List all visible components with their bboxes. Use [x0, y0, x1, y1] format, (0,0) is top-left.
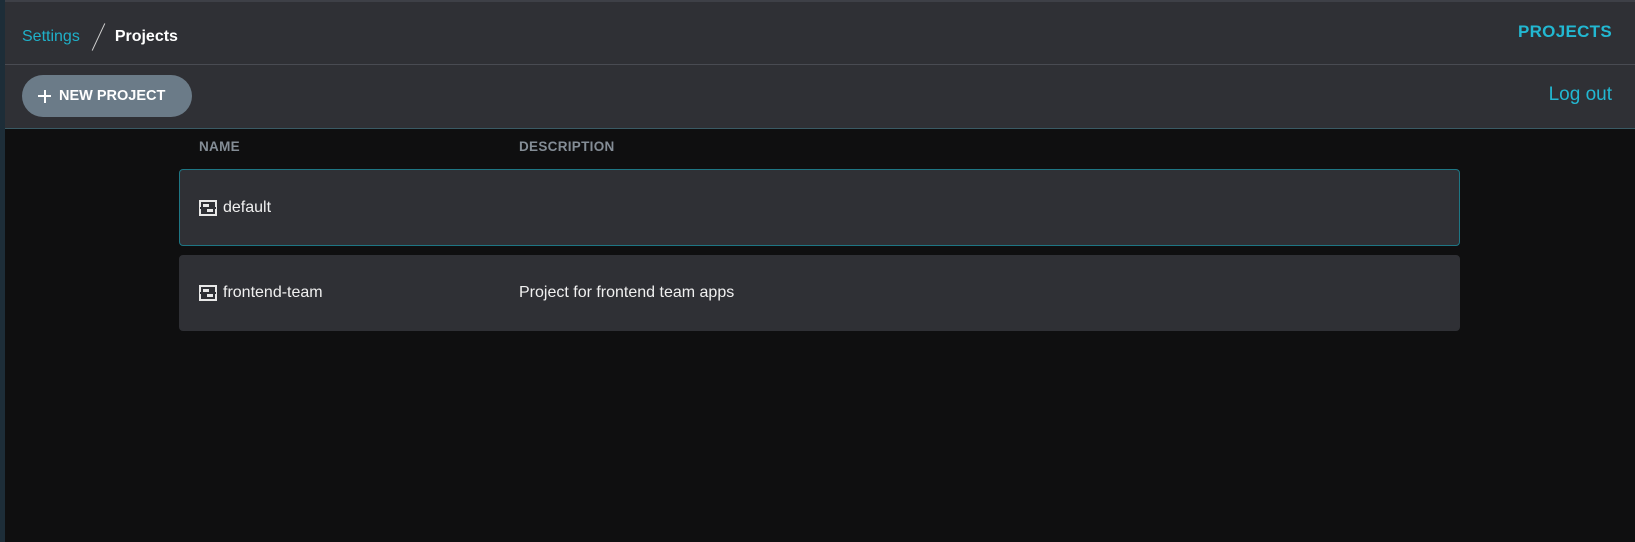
row-description: Project for frontend team apps — [519, 284, 735, 301]
column-header-name: NAME — [199, 139, 240, 154]
plus-icon — [38, 89, 51, 103]
breadcrumb-current: Projects — [114, 28, 178, 45]
table-row[interactable]: frontend-team Project for frontend team … — [179, 255, 1460, 331]
row-name: frontend-team — [223, 284, 323, 301]
new-project-button[interactable]: NEW PROJECT — [22, 75, 192, 117]
breadcrumb: Settings Projects — [22, 22, 178, 52]
toolbar: NEW PROJECT Log out — [5, 65, 1635, 129]
top-bar: Settings Projects PROJECTS — [5, 0, 1635, 65]
row-name: default — [223, 198, 272, 216]
logout-link[interactable]: Log out — [1549, 84, 1612, 106]
column-header-description: DESCRIPTION — [519, 139, 615, 154]
table-header: NAME DESCRIPTION — [199, 139, 614, 154]
page-title: PROJECTS — [1517, 22, 1612, 41]
new-project-label: NEW PROJECT — [59, 88, 166, 104]
row-name-cell: default — [199, 199, 271, 217]
breadcrumb-settings-link[interactable]: Settings — [22, 28, 80, 46]
table-row[interactable]: default — [179, 169, 1460, 246]
project-icon — [199, 199, 217, 216]
breadcrumb-separator — [91, 23, 106, 51]
project-icon — [199, 285, 217, 301]
row-name-cell: frontend-team — [199, 284, 323, 302]
